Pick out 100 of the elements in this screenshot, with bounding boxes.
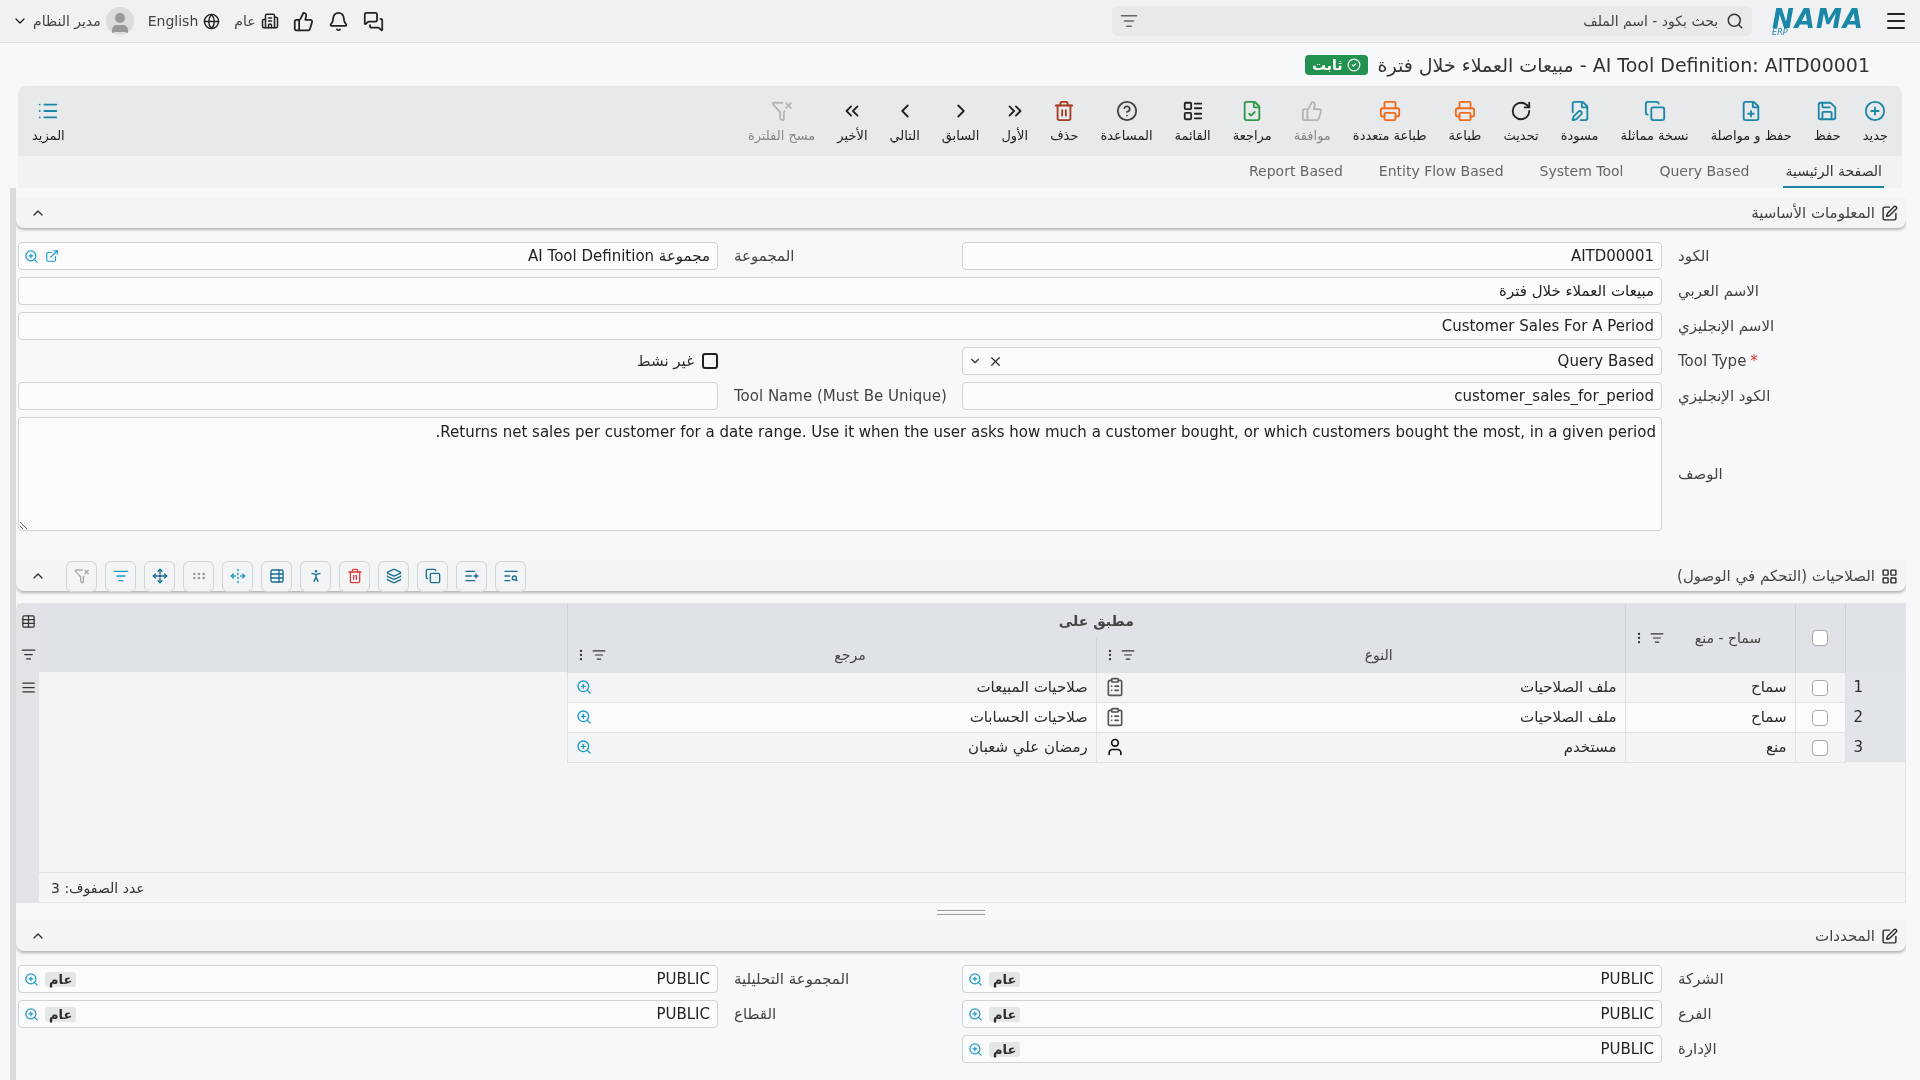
filter-x-icon	[770, 99, 793, 122]
toolbar-button[interactable]: المساعدة	[1100, 99, 1153, 143]
toolbar-button[interactable]: حفظ	[1813, 99, 1841, 143]
unfold-icon	[229, 568, 246, 584]
filter-icon[interactable]	[1120, 12, 1139, 30]
language-label[interactable]: English	[147, 13, 199, 29]
toolbar-button[interactable]: حذف	[1050, 99, 1079, 143]
section-title: المحددات	[1815, 927, 1875, 945]
grid-tool-button[interactable]	[495, 560, 526, 592]
toolbar-button[interactable]: نسخة مماثلة	[1620, 99, 1689, 143]
layers-icon	[385, 568, 402, 584]
search-plus-icon[interactable]	[24, 1006, 39, 1022]
company-label[interactable]: عام	[234, 13, 256, 29]
search-plus-icon[interactable]	[24, 248, 39, 264]
filter-icon[interactable]	[1120, 647, 1135, 662]
tab[interactable]: Query Based	[1657, 156, 1752, 188]
bell-icon[interactable]	[327, 10, 349, 32]
status-badge: ثابت	[1304, 54, 1368, 75]
tag: عام	[989, 1041, 1021, 1057]
grid-tool-button[interactable]	[339, 560, 370, 592]
tool-name-field[interactable]	[18, 382, 718, 410]
building-icon[interactable]	[260, 12, 279, 30]
column-header[interactable]: سماح - منع	[1625, 604, 1795, 672]
table-icon[interactable]	[20, 614, 36, 629]
search-box[interactable]: بحث بكود - اسم الملف	[1112, 6, 1753, 36]
field-label: الفرع	[1677, 1005, 1713, 1023]
grid-tool-button[interactable]	[378, 560, 409, 592]
row-checkbox[interactable]	[1812, 739, 1828, 756]
search-plus-icon[interactable]	[24, 971, 39, 987]
toolbar-button[interactable]: تحديث	[1503, 99, 1539, 143]
toolbar-button[interactable]: القائمة	[1174, 99, 1211, 143]
text-input[interactable]: PUBLIC	[82, 1001, 712, 1027]
table-cell: رمضان علي شعبان	[968, 738, 1088, 756]
grid-tool-button[interactable]	[300, 560, 331, 592]
filter-icon	[112, 568, 129, 584]
search-plus-icon[interactable]	[576, 679, 593, 695]
toolbar-button[interactable]: طباعة	[1448, 99, 1482, 143]
toolbar-button[interactable]: مسودة	[1560, 99, 1599, 143]
checkbox-label: غير نشط	[636, 352, 694, 370]
toolbar-button[interactable]: السابق	[941, 99, 980, 143]
row-number: 3	[1845, 732, 1905, 762]
toolbar-button[interactable]: مراجعة	[1232, 99, 1272, 143]
search-plus-icon[interactable]	[968, 971, 983, 987]
list-icon	[1181, 99, 1204, 122]
menu-icon[interactable]	[20, 680, 36, 695]
globe-icon[interactable]	[203, 12, 221, 30]
filter-icon[interactable]	[20, 647, 36, 662]
grid-icon	[1881, 567, 1898, 585]
resize-handle[interactable]	[937, 909, 985, 915]
more-button[interactable]: المزيد	[32, 99, 65, 143]
row-checkbox[interactable]	[1812, 679, 1828, 696]
table-cell: صلاحيات الحسابات	[969, 708, 1088, 726]
tab[interactable]: System Tool	[1537, 156, 1626, 188]
filter-icon[interactable]	[592, 647, 607, 662]
column-header[interactable]: مرجع	[567, 638, 1097, 672]
search-plus-icon[interactable]	[968, 1041, 983, 1057]
text-input[interactable]: PUBLIC	[1026, 966, 1656, 992]
search-plus-icon[interactable]	[576, 739, 593, 755]
external-link-icon[interactable]	[45, 249, 59, 263]
checkbox[interactable]	[702, 353, 718, 369]
toolbar-button[interactable]: الأول	[1001, 99, 1029, 143]
toolbar-button[interactable]: حفظ و مواصلة	[1710, 99, 1792, 143]
avatar[interactable]	[105, 7, 134, 35]
tag: عام	[989, 1006, 1021, 1022]
chat-icon[interactable]	[362, 10, 384, 32]
select-all-checkbox[interactable]	[1812, 630, 1828, 647]
field-label: الكود الإنجليزي	[1677, 387, 1772, 405]
grid-tool-button[interactable]	[144, 560, 175, 592]
filter-icon[interactable]	[1649, 630, 1664, 645]
grid-tool-button[interactable]	[417, 560, 448, 592]
trash-icon	[346, 568, 363, 584]
tab[interactable]: الصفحة الرئيسية	[1783, 156, 1884, 188]
copy-icon	[424, 568, 441, 584]
column-header[interactable]: النوع	[1096, 638, 1625, 672]
search-field[interactable]: بحث بكود - اسم الملف	[1144, 12, 1721, 30]
field-label: الوصف	[1677, 465, 1724, 483]
search-plus-icon[interactable]	[576, 709, 593, 725]
description-field[interactable]: Returns net sales per customer for a date range. Use it when the user asks how much a customer bought, or which customers bought the most, in a given period.	[18, 417, 1662, 531]
text-input[interactable]: PUBLIC	[82, 966, 712, 992]
tab[interactable]: Report Based	[1247, 156, 1345, 188]
search-icon	[1726, 12, 1745, 30]
text-input[interactable]: PUBLIC	[1026, 1001, 1656, 1027]
search-plus-icon[interactable]	[968, 1006, 983, 1022]
toolbar-button[interactable]: التالي	[889, 99, 920, 143]
page-title: AI Tool Definition: AITD00001 - مبيعات العملاء خلال فترة	[1377, 53, 1870, 76]
user-name[interactable]: مدير النظام	[33, 13, 101, 29]
toolbar-button[interactable]: الأخير	[837, 99, 868, 143]
field-label: Tool Name (Must Be Unique)	[733, 387, 948, 405]
grid-tool-button[interactable]	[456, 560, 487, 592]
text-input[interactable]: PUBLIC	[1026, 1036, 1656, 1062]
grid-tool-button[interactable]	[261, 560, 292, 592]
tab[interactable]: Entity Flow Based	[1376, 156, 1506, 188]
field-label: Tool Type	[1678, 352, 1747, 370]
toolbar-button[interactable]: طباعة متعددة	[1352, 99, 1427, 143]
row-checkbox[interactable]	[1812, 709, 1828, 726]
tag: عام	[45, 1006, 77, 1022]
toolbar-button[interactable]: جديد	[1862, 99, 1888, 143]
thumbs-up-icon[interactable]	[292, 10, 314, 32]
add-icon	[1864, 99, 1887, 122]
table-icon	[268, 568, 285, 584]
